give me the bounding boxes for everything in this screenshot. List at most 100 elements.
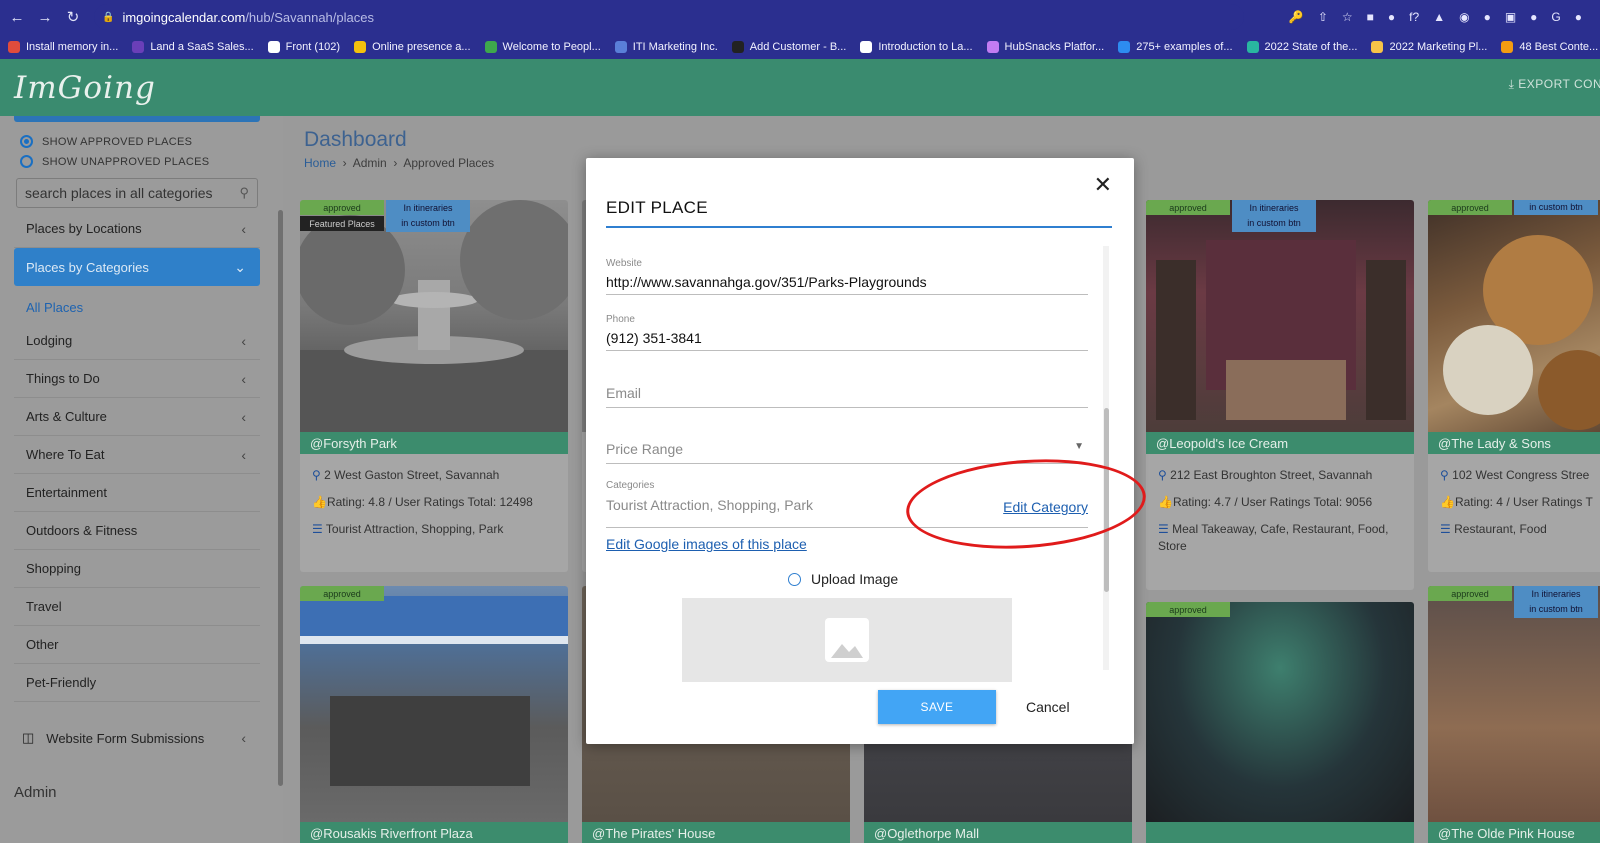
- search-icon[interactable]: ⚲: [239, 185, 249, 201]
- close-icon[interactable]: ✕: [1094, 172, 1112, 198]
- bookmark-item[interactable]: Online presence a...: [354, 40, 471, 53]
- sidebar-item-entertainment[interactable]: Entertainment: [14, 474, 260, 512]
- bookmark-item[interactable]: Install memory in...: [8, 40, 118, 53]
- download-icon: ⤓: [1508, 77, 1515, 91]
- location-pin-icon: ⚲: [1158, 468, 1167, 482]
- extension-icon[interactable]: ▣: [1505, 10, 1516, 24]
- camera-icon[interactable]: ◉: [1459, 10, 1469, 24]
- place-name[interactable]: @The Lady & Sons: [1428, 432, 1600, 454]
- bookmark-item[interactable]: ITI Marketing Inc.: [614, 40, 718, 53]
- list-icon: ☰: [312, 522, 323, 536]
- search-input[interactable]: search places in all categories ⚲: [16, 178, 258, 208]
- chevron-down-icon: ⌄: [234, 258, 246, 275]
- reload-icon[interactable]: ↻: [62, 8, 84, 26]
- sidebar-item-things-to-do[interactable]: Things to Do ‹: [14, 360, 260, 398]
- sidebar-item-label: Travel: [26, 599, 62, 614]
- show-unapproved-option[interactable]: SHOW UNAPPROVED PLACES: [20, 155, 209, 168]
- location-pin-icon: ⚲: [312, 468, 321, 482]
- sidebar-item-shopping[interactable]: Shopping: [14, 550, 260, 588]
- place-name[interactable]: @Oglethorpe Mall: [864, 822, 1132, 843]
- extension-icon[interactable]: ●: [1484, 10, 1491, 24]
- bookmark-favicon-icon: [132, 40, 145, 53]
- sidebar-item-travel[interactable]: Travel: [14, 588, 260, 626]
- bookmark-item[interactable]: Welcome to Peopl...: [484, 40, 601, 53]
- save-button[interactable]: SAVE: [878, 690, 996, 724]
- place-rating: Rating: 4 / User Ratings T: [1454, 495, 1593, 509]
- sidebar-section-admin[interactable]: Admin: [14, 784, 57, 801]
- place-card[interactable]: approved in custom btn @The Lady & Sons …: [1428, 200, 1600, 572]
- bookmark-item[interactable]: 2022 Marketing Pl...: [1371, 40, 1487, 53]
- share-icon[interactable]: ⇧: [1318, 10, 1328, 24]
- extension-icons: 🔑 ⇧ ☆ ■ ● f? ▲ ◉ ● ▣ ● G ●: [1289, 0, 1600, 34]
- export-button[interactable]: ⤓ EXPORT CONT: [1509, 77, 1600, 92]
- edit-google-images-link[interactable]: Edit Google images of this place: [606, 536, 807, 552]
- logo[interactable]: ImGoing: [14, 70, 156, 106]
- place-name[interactable]: @Forsyth Park: [300, 432, 568, 454]
- fountain-photo: [300, 200, 568, 432]
- sidebar-item-outdoors-fitness[interactable]: Outdoors & Fitness: [14, 512, 260, 550]
- forward-icon[interactable]: →: [34, 9, 56, 26]
- radio-icon[interactable]: [788, 572, 801, 586]
- bookmark-favicon-icon: [484, 40, 497, 53]
- star-icon[interactable]: ☆: [1342, 10, 1353, 24]
- place-name[interactable]: @The Olde Pink House: [1428, 822, 1600, 843]
- radio-selected-icon[interactable]: [20, 135, 33, 148]
- sidebar-item-pet-friendly[interactable]: Pet-Friendly: [14, 664, 260, 702]
- place-card[interactable]: approved In itineraries in custom btn @Th…: [1428, 586, 1600, 843]
- place-name[interactable]: @Rousakis Riverfront Plaza: [300, 822, 568, 843]
- grammarly-icon[interactable]: G: [1551, 10, 1560, 24]
- cancel-button[interactable]: Cancel: [1026, 690, 1070, 724]
- sidebar-item-places-by-locations[interactable]: Places by Locations ‹: [14, 210, 260, 248]
- chevron-left-icon: ‹: [241, 370, 246, 387]
- sidebar-item-all-places[interactable]: All Places: [26, 300, 83, 315]
- sidebar-top-button[interactable]: [14, 116, 260, 122]
- breadcrumb-home[interactable]: Home: [304, 156, 336, 170]
- sidebar-scrollbar[interactable]: [278, 210, 283, 786]
- breadcrumb-admin[interactable]: Admin: [353, 156, 387, 170]
- extension-icon[interactable]: ●: [1530, 10, 1537, 24]
- website-field[interactable]: Website http://www.savannahga.gov/351/Pa…: [606, 258, 1088, 295]
- extension-icon[interactable]: ●: [1575, 10, 1582, 24]
- address-bar[interactable]: 🔒 imgoingcalendar.com/hub/Savannah/place…: [94, 4, 1244, 30]
- bookmark-item[interactable]: Land a SaaS Sales...: [132, 40, 254, 53]
- back-icon[interactable]: ←: [6, 9, 28, 26]
- bookmark-item[interactable]: Add Customer - B...: [731, 40, 846, 53]
- custom-btn-badge: in custom btn: [1514, 200, 1598, 215]
- place-image: approved In itineraries in custom btn: [1428, 586, 1600, 822]
- place-card[interactable]: approved In itineraries in custom btn @Le…: [1146, 200, 1414, 590]
- sidebar-item-places-by-categories[interactable]: Places by Categories ⌄: [14, 248, 260, 286]
- website-value[interactable]: http://www.savannahga.gov/351/Parks-Play…: [606, 274, 1088, 294]
- key-icon[interactable]: 🔑: [1289, 10, 1304, 24]
- sidebar-item-website-form-submissions[interactable]: ◫ Website Form Submissions ‹: [14, 719, 260, 757]
- sidebar-item-where-to-eat[interactable]: Where To Eat ‹: [14, 436, 260, 474]
- place-name[interactable]: @The Pirates' House: [582, 822, 850, 843]
- extension-icon[interactable]: f?: [1409, 10, 1419, 24]
- bookmark-item[interactable]: 275+ examples of...: [1118, 40, 1233, 53]
- bookmark-item[interactable]: 48 Best Conte...: [1501, 40, 1598, 53]
- sidebar-item-other[interactable]: Other: [14, 626, 260, 664]
- bookmark-item[interactable]: Introduction to La...: [860, 40, 973, 53]
- caret-down-icon: ▼: [1074, 441, 1084, 452]
- phone-value[interactable]: (912) 351-3841: [606, 330, 1088, 350]
- radio-icon[interactable]: [20, 155, 33, 168]
- place-card[interactable]: approved @Rousakis Riverfront Plaza: [300, 586, 568, 843]
- place-card[interactable]: approved In itineraries in custom btn Fea…: [300, 200, 568, 572]
- extension-icon[interactable]: ▲: [1433, 10, 1445, 24]
- ice-cream-shop-photo: [1156, 240, 1406, 420]
- image-placeholder[interactable]: [682, 598, 1012, 682]
- sidebar-item-arts-culture[interactable]: Arts & Culture ‹: [14, 398, 260, 436]
- place-card[interactable]: approved: [1146, 602, 1414, 843]
- extension-icon[interactable]: ●: [1388, 10, 1395, 24]
- place-name[interactable]: @Leopold's Ice Cream: [1146, 432, 1414, 454]
- extension-icon[interactable]: ■: [1367, 10, 1374, 24]
- upload-image-label: Upload Image: [811, 571, 899, 587]
- bookmark-item[interactable]: 2022 State of the...: [1246, 40, 1357, 53]
- bookmark-item[interactable]: Front (102): [267, 40, 340, 53]
- show-approved-option[interactable]: SHOW APPROVED PLACES: [20, 135, 192, 148]
- upload-image-option[interactable]: Upload Image: [788, 571, 898, 587]
- bookmark-item[interactable]: HubSnacks Platfor...: [986, 40, 1104, 53]
- sidebar-item-lodging[interactable]: Lodging ‹: [14, 322, 260, 360]
- email-field[interactable]: Email: [606, 385, 1088, 408]
- place-name[interactable]: [1146, 822, 1414, 843]
- phone-field[interactable]: Phone (912) 351-3841: [606, 314, 1088, 351]
